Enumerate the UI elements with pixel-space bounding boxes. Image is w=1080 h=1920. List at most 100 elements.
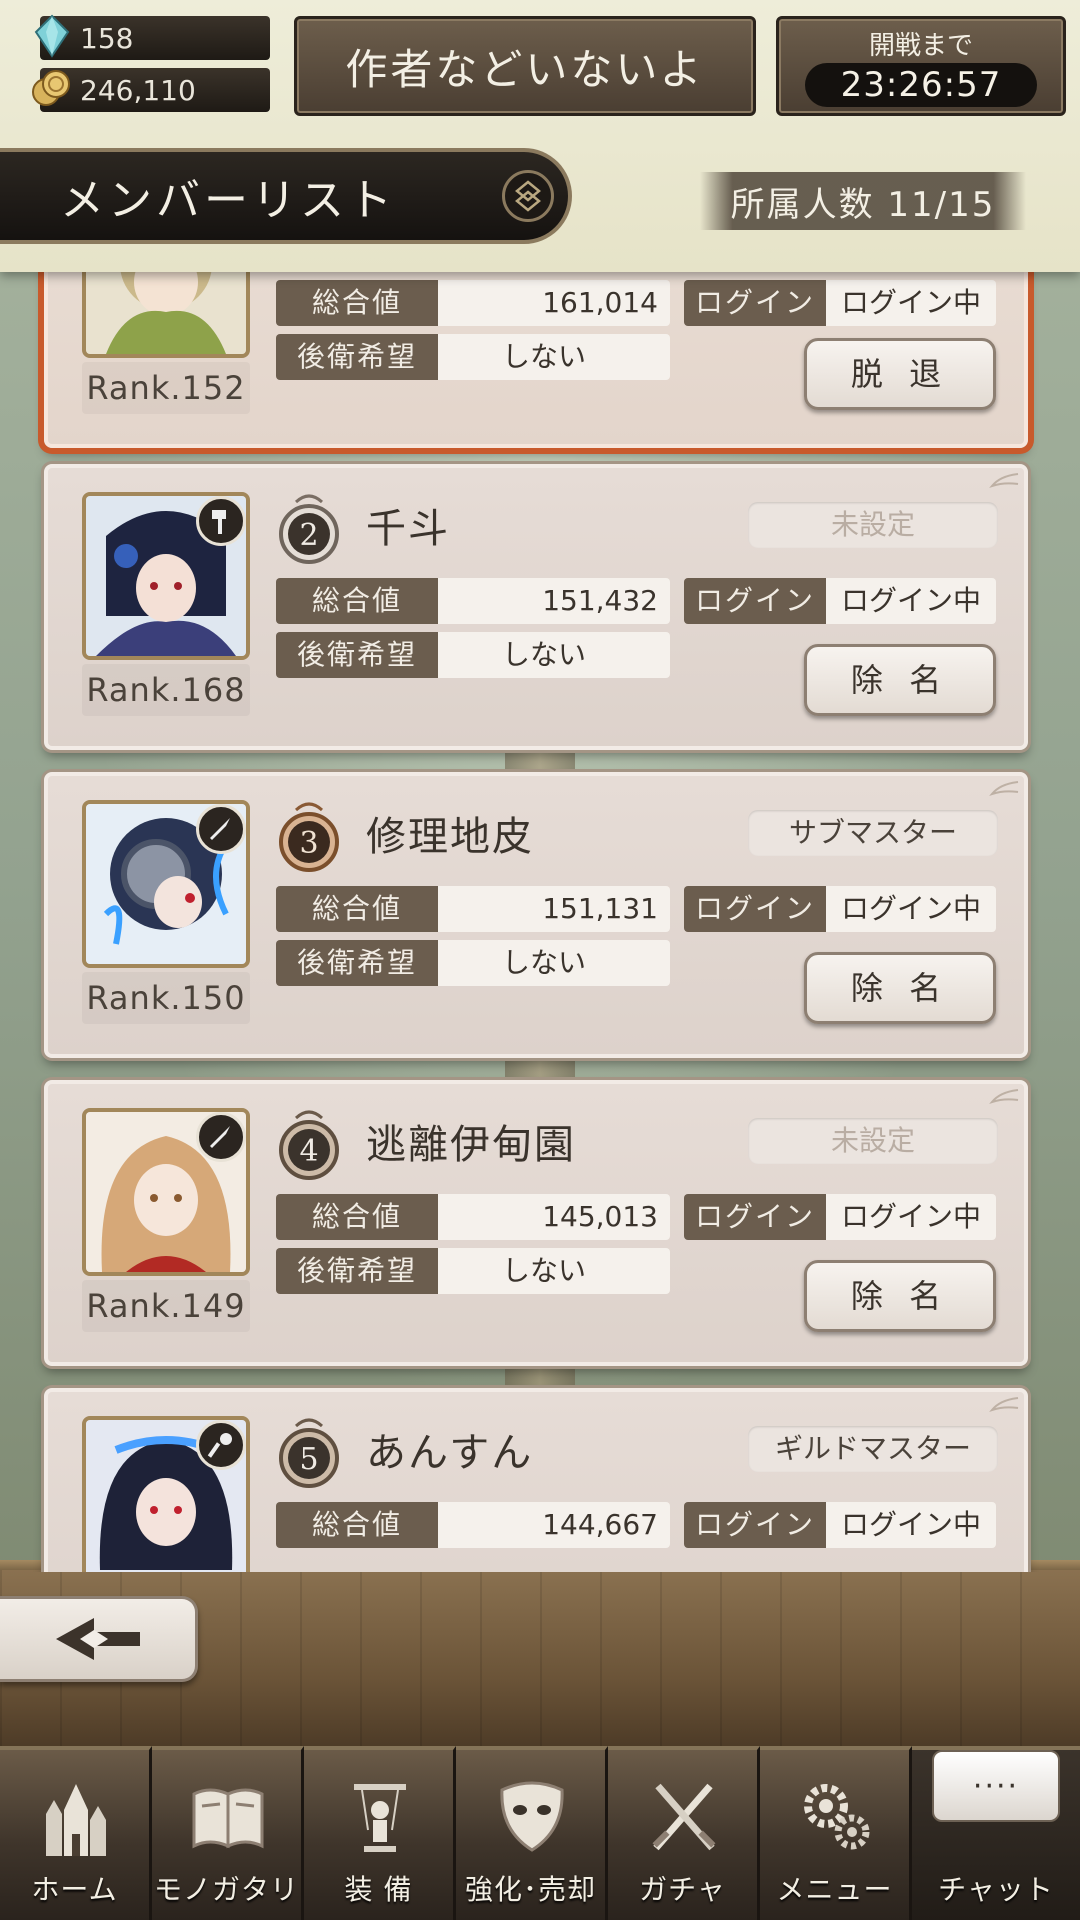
total-power-row: 総合値 161,014 — [276, 280, 670, 326]
chat-bubble-icon: ···· — [932, 1750, 1060, 1822]
login-status: ログイン中 — [826, 578, 996, 624]
crystal-count: 158 — [80, 21, 134, 55]
rank-label: Rank.152 — [82, 362, 250, 414]
crystal-counter: 158 — [34, 14, 270, 60]
bottom-nav: ホーム モノガタリ 装 備 強化･売却 ガチャ メニュー ···· チャット — [0, 1746, 1080, 1920]
gold-count: 246,110 — [80, 73, 196, 107]
chat-bubble-dots: ···· — [972, 1768, 1020, 1804]
page-title: メンバーリスト — [60, 175, 396, 226]
nav-home[interactable]: ホーム — [0, 1746, 152, 1920]
gold-coins-icon — [32, 70, 70, 106]
total-power-row: 総合値 151,432 — [276, 578, 670, 624]
login-status: ログイン中 — [826, 1194, 996, 1240]
member-card-self: Rank.152 総合値 161,014 ログイン ログイン中 後衛希望 しない… — [44, 272, 1028, 448]
rear-guard-row: 後衛希望 しない — [276, 334, 670, 380]
rear-guard-row: 後衛希望 しない — [276, 940, 670, 986]
nav-label: モノガタリ — [153, 1873, 299, 1906]
nav-label: チャット — [938, 1873, 1054, 1906]
total-power-key: 総合値 — [276, 578, 438, 624]
login-row: ログイン ログイン中 — [684, 886, 996, 932]
login-status: ログイン中 — [826, 280, 996, 326]
login-key: ログイン — [684, 578, 826, 624]
total-power-key: 総合値 — [276, 886, 438, 932]
nav-menu[interactable]: メニュー — [760, 1746, 912, 1920]
login-status: ログイン中 — [826, 886, 996, 932]
total-power-row: 総合値 144,667 — [276, 1502, 670, 1548]
role-badge: ギルドマスター — [748, 1426, 998, 1472]
avatar[interactable] — [82, 272, 250, 358]
rank-position: 5 — [299, 1442, 318, 1477]
nav-label: ホーム — [31, 1873, 118, 1906]
rank-position: 2 — [299, 518, 318, 553]
back-button[interactable] — [0, 1596, 198, 1682]
rank-medal-icon: 4 — [279, 1110, 339, 1180]
sort-diamond-icon — [515, 180, 541, 212]
rear-guard-key: 後衛希望 — [276, 334, 438, 380]
login-key: ログイン — [684, 1502, 826, 1548]
rear-guard-row: 後衛希望 しない — [276, 1248, 670, 1294]
corner-ornament-icon — [989, 473, 1019, 489]
total-power-value: 144,667 — [438, 1502, 670, 1548]
total-power-value: 145,013 — [438, 1194, 670, 1240]
header: 158 246,110 作者などいないよ 開戦まで 23:26:57 メンバーリ… — [0, 0, 1080, 272]
rear-guard-value: しない — [438, 1248, 670, 1294]
nav-enhance-sell[interactable]: 強化･売却 — [456, 1746, 608, 1920]
nav-gacha[interactable]: ガチャ — [608, 1746, 760, 1920]
remove-member-button[interactable]: 除 名 — [804, 952, 996, 1024]
rank-position: 3 — [299, 826, 318, 861]
battle-countdown: 開戦まで 23:26:57 — [776, 16, 1066, 116]
page-title-bar: メンバーリスト — [0, 148, 572, 244]
rear-guard-row: 後衛希望 しない — [276, 632, 670, 678]
login-key: ログイン — [684, 886, 826, 932]
corner-ornament-icon — [989, 781, 1019, 797]
total-power-value: 151,432 — [438, 578, 670, 624]
rear-guard-value: しない — [438, 632, 670, 678]
rear-guard-key: 後衛希望 — [276, 632, 438, 678]
total-power-value: 161,014 — [438, 280, 670, 326]
login-row: ログイン ログイン中 — [684, 1194, 996, 1240]
sort-toggle-button[interactable] — [502, 170, 554, 222]
mask-icon — [500, 1781, 564, 1852]
login-key: ログイン — [684, 280, 826, 326]
total-power-key: 総合値 — [276, 1194, 438, 1240]
nav-chat[interactable]: ···· チャット — [912, 1746, 1080, 1920]
spear-icon — [196, 804, 246, 854]
member-list[interactable]: Rank.152 総合値 161,014 ログイン ログイン中 後衛希望 しない… — [0, 272, 1080, 1572]
remove-member-button[interactable]: 除 名 — [804, 1260, 996, 1332]
rear-guard-value: しない — [438, 334, 670, 380]
castle-icon — [46, 1784, 106, 1856]
guild-name-plate: 作者などいないよ — [294, 16, 756, 116]
member-name: 千斗 — [366, 506, 450, 552]
role-badge: 未設定 — [748, 502, 998, 548]
member-count: 所属人数 11/15 — [700, 172, 1026, 230]
member-card: Rank.150 3 修理地皮 サブマスター 総合値 151,131 ログイン … — [44, 772, 1028, 1058]
leave-guild-button[interactable]: 脱 退 — [804, 338, 996, 410]
login-key: ログイン — [684, 1194, 826, 1240]
crystal-icon — [34, 14, 70, 58]
member-name: あんすん — [366, 1430, 534, 1476]
login-status: ログイン中 — [826, 1502, 996, 1548]
login-row: ログイン ログイン中 — [684, 578, 996, 624]
member-card: Rank.149 4 逃離伊甸園 未設定 総合値 145,013 ログイン ログ… — [44, 1080, 1028, 1366]
rank-medal-icon: 5 — [279, 1418, 339, 1488]
rank-position: 4 — [299, 1134, 318, 1169]
corner-ornament-icon — [989, 1089, 1019, 1105]
remove-member-button[interactable]: 除 名 — [804, 644, 996, 716]
member-name: 逃離伊甸園 — [366, 1122, 576, 1168]
staff-icon — [196, 1420, 246, 1470]
login-row: ログイン ログイン中 — [684, 1502, 996, 1548]
nav-story[interactable]: モノガタリ — [152, 1746, 304, 1920]
total-power-value: 151,131 — [438, 886, 670, 932]
member-name: 修理地皮 — [366, 814, 534, 860]
nav-equipment[interactable]: 装 備 — [304, 1746, 456, 1920]
total-power-key: 総合値 — [276, 280, 438, 326]
member-card: 5 あんすん ギルドマスター 総合値 144,667 ログイン ログイン中 — [44, 1388, 1028, 1572]
rear-guard-value: しない — [438, 940, 670, 986]
swords-icon — [652, 1783, 716, 1851]
role-badge: 未設定 — [748, 1118, 998, 1164]
spear-icon — [196, 1112, 246, 1162]
battle-label: 開戦まで — [868, 31, 973, 61]
puppet-icon — [354, 1784, 406, 1852]
login-row: ログイン ログイン中 — [684, 280, 996, 326]
nav-label: メニュー — [776, 1873, 893, 1906]
